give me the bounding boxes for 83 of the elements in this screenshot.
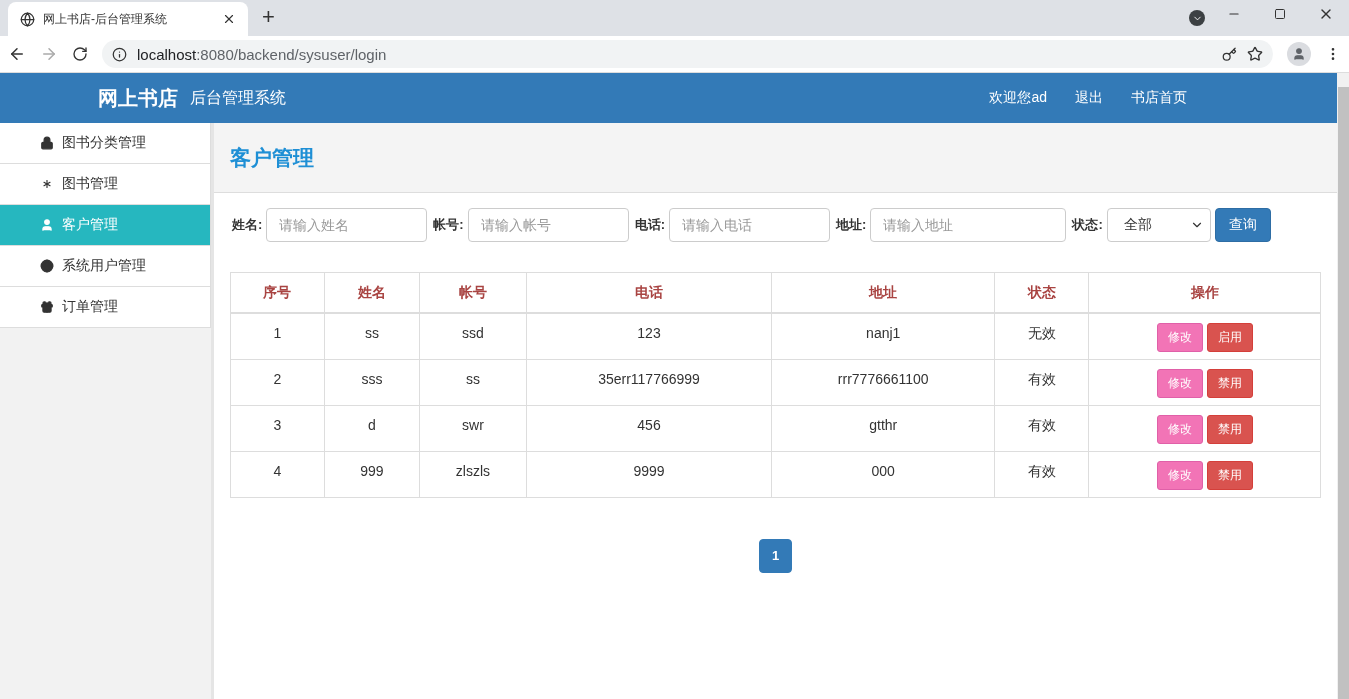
input-field[interactable]: 请输入帐号	[467, 208, 629, 242]
browser-tab[interactable]: 网上书店-后台管理系统	[8, 2, 248, 36]
url-path: :8080/backend/sysuser/login	[196, 45, 387, 63]
table-cell: nanj1	[771, 313, 995, 359]
table-cell: 2	[230, 359, 325, 405]
table-cell: 无效	[994, 313, 1089, 359]
edit-button[interactable]: 修改	[1156, 323, 1203, 352]
close-icon[interactable]	[222, 12, 236, 26]
new-tab-button[interactable]: +	[262, 4, 275, 30]
table-cell: 35err117766999	[526, 359, 772, 405]
page-button[interactable]: 1	[759, 538, 792, 573]
sidebar-item[interactable]: 订单管理	[0, 287, 211, 328]
column-header: 状态	[994, 272, 1089, 313]
nav-link[interactable]: 欢迎您ad	[989, 89, 1047, 107]
menu-item-icon	[40, 259, 54, 273]
info-icon	[112, 46, 127, 62]
edit-button[interactable]: 修改	[1156, 460, 1203, 490]
table-cell: 999	[324, 451, 420, 497]
filter-label: 地址:	[836, 216, 867, 234]
table-cell: zlszls	[419, 451, 527, 497]
table-cell: 有效	[994, 451, 1089, 497]
tab-search-icon[interactable]	[1189, 10, 1205, 26]
reload-icon[interactable]	[72, 46, 88, 62]
table-cell: rrr7776661100	[771, 359, 995, 405]
toggle-button[interactable]: 禁用	[1206, 460, 1253, 490]
column-header: 电话	[526, 272, 772, 313]
filter-label: 姓名:	[232, 216, 263, 234]
table-cell: sss	[324, 359, 420, 405]
table-cell: 123	[526, 313, 772, 359]
key-icon[interactable]	[1222, 46, 1237, 62]
edit-button[interactable]: 修改	[1156, 414, 1203, 444]
table-cell: ss	[419, 359, 527, 405]
filter-label: 电话:	[634, 216, 666, 234]
table-cell: ssd	[419, 313, 527, 359]
table-cell: 1	[230, 313, 325, 359]
table-cell: 000	[771, 451, 995, 497]
input-field[interactable]: 请输入地址	[870, 208, 1067, 242]
filter-label: 帐号:	[433, 216, 464, 234]
menu-item-icon	[40, 136, 54, 150]
sidebar-item[interactable]: 客户管理	[0, 205, 211, 246]
scrollbar[interactable]	[1337, 73, 1349, 699]
sidebar-item[interactable]: 系统用户管理	[0, 246, 211, 287]
nav-link[interactable]: 退出	[1075, 89, 1103, 107]
status-select[interactable]: 全部	[1106, 208, 1211, 242]
column-header: 姓名	[324, 272, 420, 313]
brand-subtitle: 后台管理系统	[190, 87, 286, 108]
table-cell: d	[324, 405, 420, 451]
nav-link[interactable]: 书店首页	[1131, 89, 1187, 107]
search-button[interactable]: 查询	[1214, 208, 1271, 242]
input-field[interactable]: 请输入电话	[669, 208, 831, 242]
toggle-button[interactable]: 禁用	[1206, 368, 1253, 398]
table-cell: 3	[230, 405, 325, 451]
input-field[interactable]: 请输入姓名	[266, 208, 428, 242]
edit-button[interactable]: 修改	[1156, 368, 1203, 398]
toggle-button[interactable]: 启用	[1206, 323, 1253, 352]
toggle-button[interactable]: 禁用	[1206, 414, 1253, 444]
back-icon[interactable]	[8, 45, 26, 63]
menu-item-icon	[40, 177, 54, 191]
profile-avatar[interactable]	[1287, 42, 1311, 66]
table-cell: swr	[419, 405, 527, 451]
star-icon[interactable]	[1247, 46, 1263, 62]
column-header: 地址	[771, 272, 995, 313]
sidebar-item[interactable]: 图书分类管理	[0, 123, 211, 164]
tab-title: 网上书店-后台管理系统	[43, 10, 168, 28]
column-header: 帐号	[419, 272, 527, 313]
table-cell: 有效	[994, 359, 1089, 405]
menu-item-icon	[40, 300, 54, 314]
table-cell: gtthr	[771, 405, 995, 451]
column-header: 序号	[230, 272, 325, 313]
table-cell: 有效	[994, 405, 1089, 451]
column-header: 操作	[1088, 272, 1321, 313]
table-cell: ss	[324, 313, 420, 359]
filter-label: 状态:	[1072, 216, 1103, 234]
address-bar[interactable]: localhost:8080/backend/sysuser/login	[102, 40, 1273, 68]
page-title: 客户管理	[230, 144, 314, 171]
url-host: localhost	[137, 45, 197, 63]
brand-title: 网上书店	[98, 85, 178, 111]
table-cell: 9999	[526, 451, 772, 497]
table-cell: 4	[230, 451, 325, 497]
menu-item-icon	[40, 218, 54, 232]
table-cell: 456	[526, 405, 772, 451]
globe-icon	[20, 11, 35, 27]
sidebar-item[interactable]: 图书管理	[0, 164, 211, 205]
